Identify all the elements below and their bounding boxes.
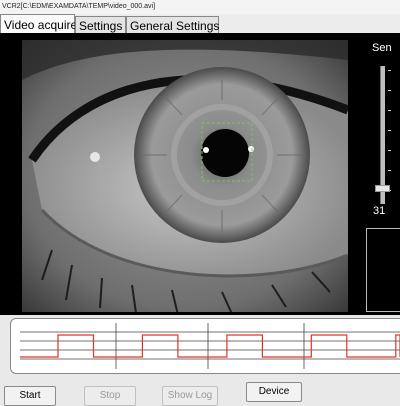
sensitivity-slider-thumb[interactable] [375, 184, 390, 192]
slider-tick [388, 170, 391, 171]
side-preview-box [366, 228, 400, 312]
sensitivity-label: Sen [372, 42, 392, 54]
tab-bar: Video acquire Settings General Settings [0, 14, 400, 34]
show-log-button[interactable]: Show Log [162, 386, 218, 406]
tab-video-acquire[interactable]: Video acquire [0, 14, 77, 34]
sensitivity-slider-track[interactable] [380, 66, 385, 204]
stop-button[interactable]: Stop [84, 386, 136, 406]
slider-tick [388, 150, 391, 151]
start-button[interactable]: Start [4, 386, 56, 406]
slider-tick [388, 90, 391, 91]
video-feed [22, 40, 348, 312]
slider-tick [388, 70, 391, 71]
tab-settings[interactable]: Settings [75, 16, 126, 34]
signal-line [20, 334, 400, 358]
eye-image [22, 40, 348, 312]
signal-graph [20, 323, 400, 369]
slider-tick [388, 130, 391, 131]
slider-tick [388, 110, 391, 111]
sensitivity-value: 31 [373, 205, 386, 217]
window-title: VCR2[C:\EDM\EXAMDATA\TEMP\video_000.avi] [0, 0, 400, 14]
tab-general-settings[interactable]: General Settings [126, 16, 219, 34]
device-button[interactable]: Device [246, 382, 302, 402]
